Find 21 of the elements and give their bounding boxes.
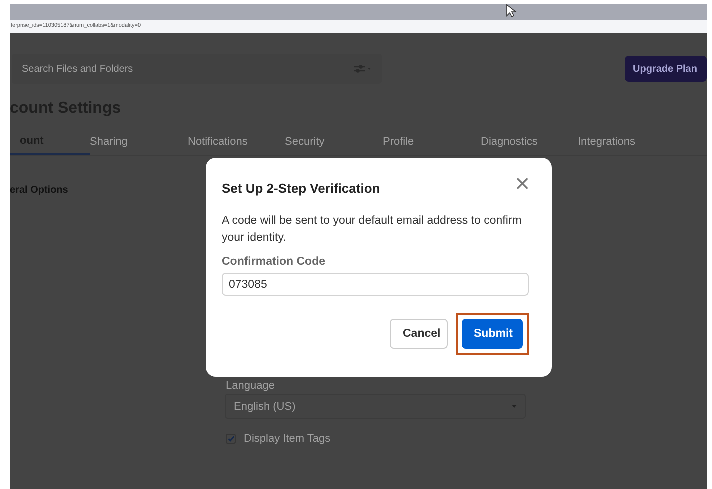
- language-dropdown[interactable]: English (US): [225, 394, 526, 419]
- filter-icon[interactable]: [354, 65, 372, 73]
- display-item-tags-checkbox[interactable]: Display Item Tags: [226, 433, 707, 445]
- field-label: Confirmation Code: [222, 256, 326, 268]
- checkmark-icon: [228, 436, 234, 442]
- settings-tab[interactable]: Diagnostics: [481, 129, 578, 155]
- settings-tab[interactable]: Security: [285, 129, 383, 155]
- confirmation-code-field[interactable]: 073085: [222, 273, 529, 296]
- settings-tab[interactable]: Notifications: [188, 129, 285, 155]
- mouse-pointer-icon: [506, 4, 517, 18]
- upgrade-plan-button[interactable]: Upgrade Plan: [625, 56, 707, 82]
- field-label: Language: [226, 380, 275, 392]
- close-button[interactable]: ×: [514, 175, 531, 191]
- cancel-button[interactable]: Cancel: [390, 319, 448, 349]
- settings-tab[interactable]: Profile: [383, 129, 481, 155]
- submit-button[interactable]: Submit: [462, 319, 523, 349]
- caret-icon: [512, 405, 517, 408]
- settings-tab[interactable]: Sharing: [90, 129, 188, 155]
- dialog-message: A code will be sent to your default email address to confirm your identity.: [222, 214, 522, 246]
- settings-tab[interactable]: Integrations: [578, 129, 668, 155]
- dialog-title: Set Up 2-Step Verification: [222, 181, 380, 196]
